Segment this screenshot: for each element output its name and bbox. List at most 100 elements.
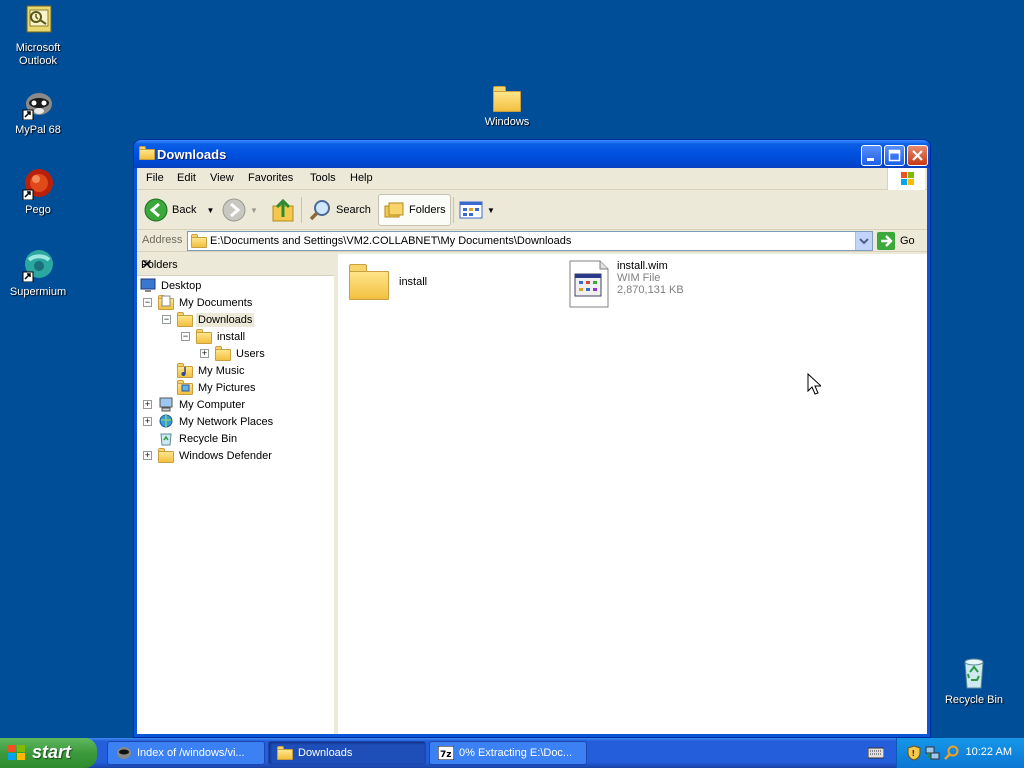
go-label: Go — [900, 235, 915, 247]
tree-item-desktop[interactable]: Desktop — [140, 277, 203, 294]
start-label: start — [32, 742, 72, 762]
tree-item-install[interactable]: − install — [181, 328, 247, 345]
desktop-icon-label: Microsoft — [15, 42, 61, 54]
back-label: Back — [172, 204, 197, 216]
file-item-install[interactable]: install — [349, 264, 427, 300]
menu-help[interactable]: Help — [350, 172, 373, 184]
address-dropdown-button[interactable] — [855, 232, 872, 250]
file-list: install install.wim WIM File 2,870,131 K… — [342, 254, 927, 734]
address-label: Address — [142, 234, 183, 246]
tree-item-recycle-bin[interactable]: Recycle Bin — [158, 430, 239, 447]
windows-flag-icon — [8, 745, 26, 761]
menu-favorites[interactable]: Favorites — [248, 172, 293, 184]
folder-open-icon — [177, 312, 193, 327]
svg-text:!: ! — [912, 749, 916, 758]
menu-file[interactable]: File — [146, 172, 164, 184]
tree-label: Windows Defender — [179, 449, 272, 462]
tree-item-my-music[interactable]: My Music — [177, 362, 246, 379]
file-size: 2,870,131 KB — [617, 284, 684, 296]
expand-icon[interactable]: + — [200, 349, 209, 358]
views-dropdown-icon: ▼ — [487, 205, 495, 215]
back-dropdown-icon[interactable]: ▼ — [206, 206, 214, 215]
folder-icon — [139, 146, 155, 160]
folder-icon — [191, 234, 207, 248]
desktop-icon-windows-defender[interactable]: Windows — [469, 86, 545, 129]
folder-icon — [277, 746, 293, 760]
tree-item-my-computer[interactable]: + My Computer — [143, 396, 247, 413]
task-label: Index of /windows/vi... — [137, 747, 245, 759]
desktop-icon-recycle-bin[interactable]: Recycle Bin — [936, 656, 1012, 707]
tree-item-my-documents[interactable]: − My Documents — [143, 294, 254, 311]
tree-item-my-pictures[interactable]: My Pictures — [177, 379, 257, 396]
expand-icon[interactable]: + — [143, 451, 152, 460]
tree-label: Users — [236, 347, 265, 360]
chevron-down-icon — [859, 238, 869, 245]
folder-icon — [158, 448, 174, 463]
go-button[interactable]: Go — [877, 232, 915, 250]
window-client: File Edit View Favorites Tools Help Back… — [137, 168, 927, 734]
forward-dropdown-icon[interactable]: ▼ — [250, 206, 258, 215]
desktop-icon-label: Pego — [25, 204, 51, 216]
search-icon[interactable] — [944, 745, 960, 764]
views-icon — [459, 201, 483, 219]
tree-item-network-places[interactable]: + My Network Places — [143, 413, 275, 430]
desktop-icon-outlook[interactable]: Microsoft Outlook — [0, 4, 76, 68]
keyboard-icon[interactable] — [867, 747, 885, 762]
mypal-icon — [116, 746, 132, 760]
tree-item-downloads[interactable]: − Downloads — [162, 311, 255, 328]
close-button[interactable] — [907, 145, 928, 166]
panes: Folders ✕ Desktop − My Documents − Downl… — [137, 254, 927, 734]
task-button-mypal[interactable]: Index of /windows/vi... — [107, 741, 265, 765]
menu-edit[interactable]: Edit — [177, 172, 196, 184]
desktop-icon-supermium[interactable]: Supermium — [0, 248, 76, 299]
system-tray: ! 10:22 AM — [896, 738, 1024, 768]
my-documents-icon — [158, 295, 174, 310]
file-item-install-wim[interactable]: install.wim WIM File 2,870,131 KB — [569, 260, 684, 308]
file-name: install.wim — [617, 260, 668, 272]
folders-button[interactable]: Folders — [378, 194, 451, 226]
collapse-icon[interactable]: − — [162, 315, 171, 324]
minimize-button[interactable] — [861, 145, 882, 166]
collapse-icon[interactable]: − — [143, 298, 152, 307]
wim-file-icon — [569, 260, 609, 308]
views-button[interactable]: ▼ — [459, 194, 495, 226]
my-pictures-icon — [177, 380, 193, 395]
recycle-bin-icon — [957, 656, 991, 690]
back-button[interactable]: Back ▼ — [144, 194, 214, 226]
start-button[interactable]: start — [0, 738, 97, 768]
menu-tools[interactable]: Tools — [310, 172, 336, 184]
clock[interactable]: 10:22 AM — [966, 746, 1012, 758]
desktop-icon-label: Recycle Bin — [944, 694, 1004, 706]
maximize-button[interactable] — [884, 145, 905, 166]
up-folder-button[interactable] — [270, 194, 296, 226]
tree-item-windows-defender[interactable]: + Windows Defender — [143, 447, 274, 464]
supermium-icon — [21, 248, 55, 283]
tree-item-users[interactable]: + Users — [200, 345, 267, 362]
folders-pane-header: Folders ✕ — [137, 254, 334, 276]
address-input[interactable]: E:\Documents and Settings\VM2.COLLABNET\… — [187, 231, 873, 251]
mouse-cursor-icon — [807, 372, 823, 398]
expand-icon[interactable]: + — [143, 417, 152, 426]
outlook-icon — [21, 4, 55, 38]
desktop-icon-label: Supermium — [9, 286, 67, 298]
desktop-icon-pego[interactable]: Pego — [0, 166, 76, 217]
menu-view[interactable]: View — [210, 172, 234, 184]
file-type: WIM File — [617, 272, 661, 284]
expand-icon[interactable]: + — [143, 400, 152, 409]
close-pane-icon[interactable]: ✕ — [141, 256, 328, 273]
task-label: Downloads — [298, 747, 353, 759]
desktop-icon-label: Outlook — [19, 55, 57, 67]
collapse-icon[interactable]: − — [181, 332, 190, 341]
window-title: Downloads — [157, 147, 227, 162]
forward-button[interactable]: ▼ — [222, 194, 258, 226]
title-bar[interactable]: Downloads — [134, 140, 930, 168]
task-button-downloads[interactable]: Downloads — [268, 741, 426, 765]
network-icon[interactable] — [925, 745, 941, 764]
network-places-icon — [158, 414, 174, 429]
folders-icon — [384, 202, 404, 218]
desktop-icon-mypal[interactable]: MyPal 68 — [0, 86, 76, 137]
search-button[interactable]: Search — [308, 194, 371, 226]
menu-bar: File Edit View Favorites Tools Help — [137, 168, 927, 190]
security-shield-icon[interactable]: ! — [907, 745, 921, 764]
task-button-7zip[interactable]: 7z 0% Extracting E:\Doc... — [429, 741, 587, 765]
